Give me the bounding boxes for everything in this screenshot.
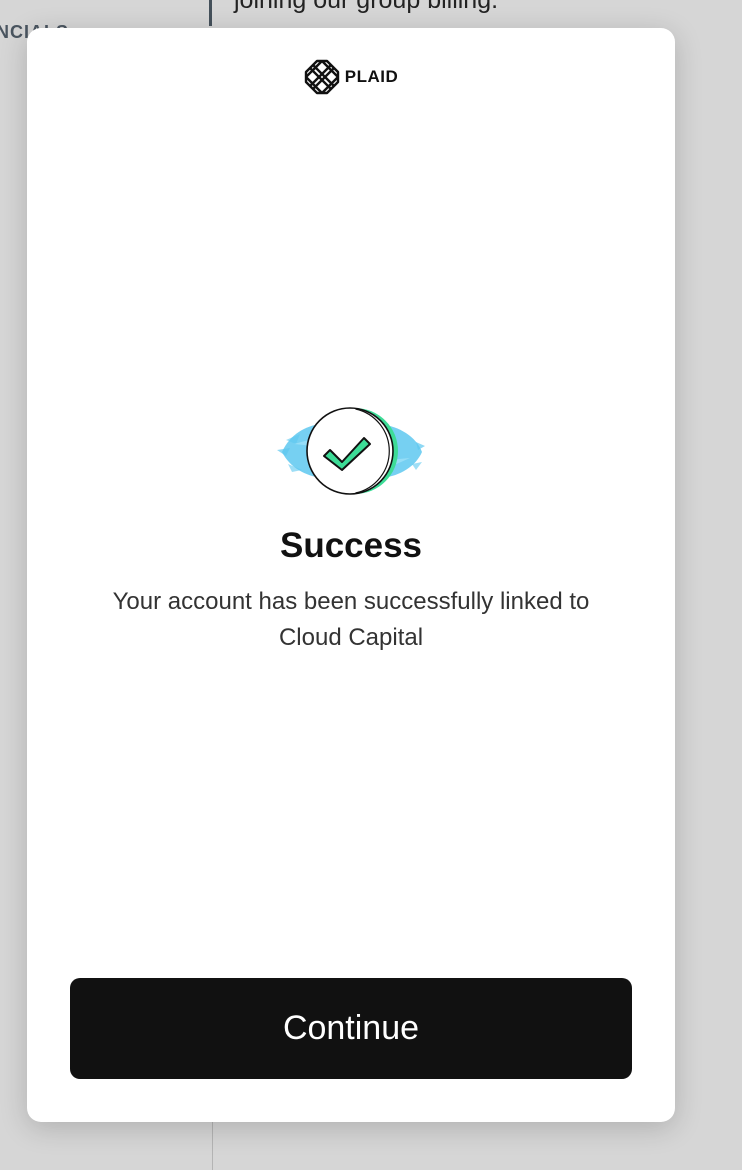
continue-button[interactable]: Continue: [70, 978, 632, 1079]
background-divider-bottom: [212, 1122, 213, 1170]
success-title: Success: [279, 526, 423, 565]
success-checkmark-icon: [277, 407, 425, 495]
plaid-brand-name: PLAID: [344, 67, 399, 86]
background-divider: [209, 0, 212, 26]
plaid-link-modal: PLAID Success Your account has been succ…: [27, 28, 675, 1122]
plaid-brand: PLAID: [27, 59, 675, 95]
background-body-text: joining our group billing.: [234, 0, 499, 14]
success-message: Your account has been successfully linke…: [112, 588, 590, 651]
plaid-logo-icon: [304, 59, 339, 95]
